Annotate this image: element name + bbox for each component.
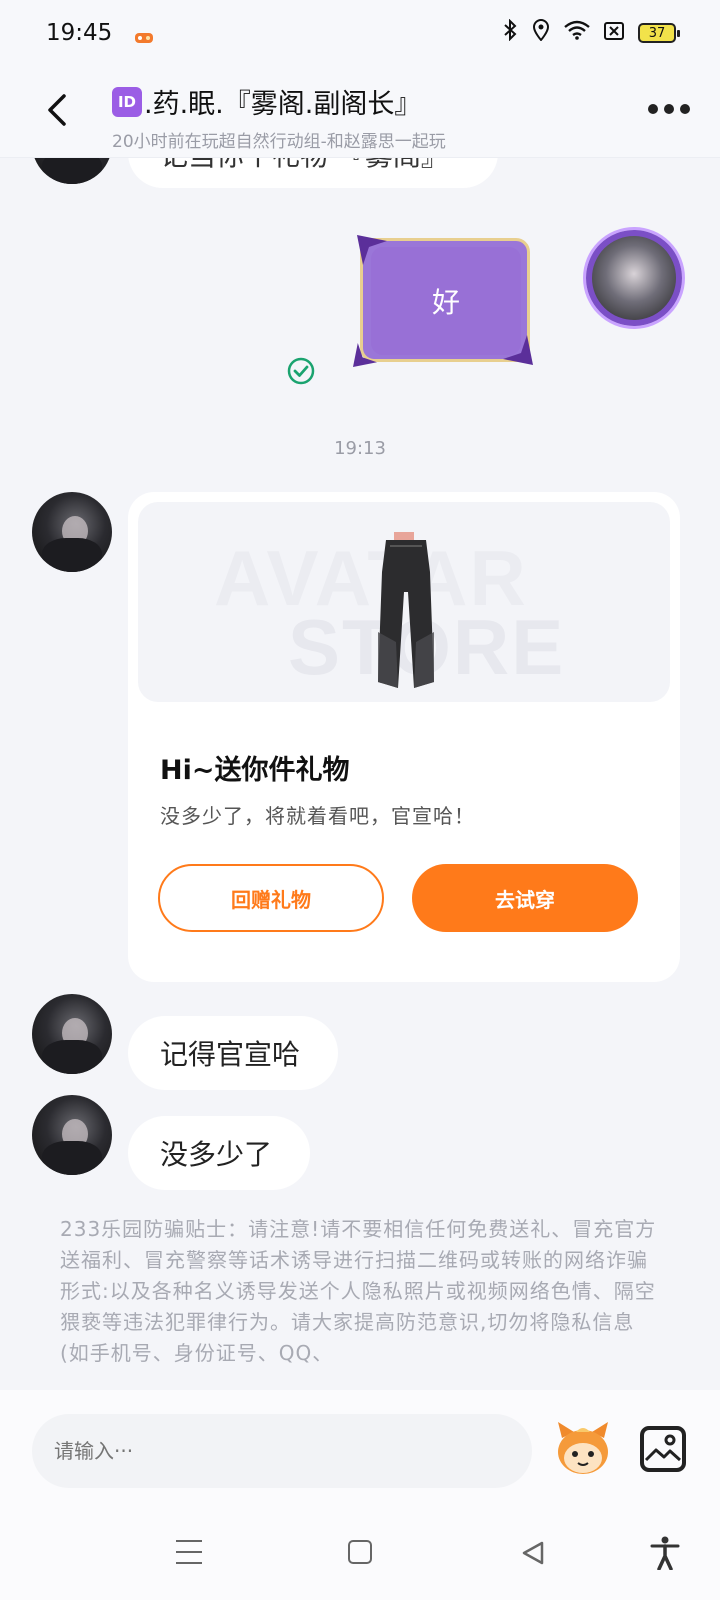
- home-button[interactable]: [348, 1540, 372, 1564]
- game-notification-icon: [134, 26, 154, 43]
- location-icon: [532, 19, 550, 47]
- mascot-emoji-icon: [558, 1422, 608, 1474]
- contact-status: 20小时前在玩超自然行动组-和赵露思一起玩: [112, 132, 446, 152]
- anti-fraud-tips: 233乐园防骗贴士：请注意!请不要相信任何免费送礼、冒充官方送福利、冒充警察等话…: [60, 1217, 657, 1365]
- triangle-back-icon: [522, 1541, 544, 1565]
- message-timestamp: 19:13: [334, 438, 386, 459]
- sim-icon: [604, 21, 624, 46]
- dot-icon: [648, 104, 658, 114]
- status-icons: 37: [502, 18, 680, 47]
- contact-name: ID .药.眠.『雾阁.副阁长』: [112, 82, 632, 121]
- status-time: 19:45: [46, 20, 113, 46]
- pants-icon: [374, 532, 438, 690]
- accessibility-icon: [650, 1536, 680, 1571]
- chat-messages[interactable]: 记当你个礼物 『雾阁』 好 19:13 AVATAR STORE: [0, 158, 720, 1390]
- gift-title: Hi~送你件礼物: [160, 755, 350, 786]
- menu-line: [176, 1551, 202, 1553]
- message-input[interactable]: [32, 1414, 532, 1488]
- back-button[interactable]: [38, 88, 78, 132]
- sticker-text: 好: [371, 247, 521, 355]
- return-gift-button[interactable]: 回赠礼物: [158, 864, 384, 932]
- bluetooth-icon: [502, 18, 518, 47]
- wifi-icon: [564, 20, 590, 46]
- status-bar: 19:45 37: [0, 0, 720, 66]
- system-nav-bar: [0, 1500, 720, 1600]
- image-picker-button[interactable]: [640, 1426, 686, 1472]
- more-options-button[interactable]: [648, 104, 690, 116]
- contact-avatar[interactable]: [32, 994, 112, 1074]
- contact-info[interactable]: ID .药.眠.『雾阁.副阁长』 20小时前在玩超自然行动组-和赵露思一起玩: [112, 82, 632, 152]
- battery-icon: 37: [638, 23, 680, 43]
- menu-line: [176, 1562, 202, 1564]
- message-bubble-partial: 记当你个礼物 『雾阁』: [128, 158, 498, 188]
- chat-header: ID .药.眠.『雾阁.副阁长』 20小时前在玩超自然行动组-和赵露思一起玩: [0, 66, 720, 158]
- recent-apps-button[interactable]: [176, 1540, 202, 1564]
- contact-avatar[interactable]: [32, 158, 112, 184]
- input-bar: [0, 1390, 720, 1500]
- gift-card[interactable]: AVATAR STORE Hi~送你件礼物 没多少了，将就着看吧，官宣哈！ 回赠…: [128, 492, 680, 982]
- nav-back-button[interactable]: [520, 1540, 546, 1566]
- gift-image: AVATAR STORE: [138, 502, 670, 702]
- accessibility-button[interactable]: [650, 1536, 680, 1571]
- contact-avatar[interactable]: [32, 492, 112, 572]
- chevron-left-icon: [48, 94, 66, 126]
- dot-icon: [680, 104, 690, 114]
- try-on-button[interactable]: 去试穿: [412, 864, 638, 932]
- contact-avatar[interactable]: [32, 1095, 112, 1175]
- message-bubble: 记得官宣哈: [128, 1016, 338, 1090]
- image-icon: [644, 1434, 682, 1462]
- contact-name-text: .药.眠.『雾阁.副阁长』: [144, 89, 422, 120]
- sticker-message[interactable]: 好: [360, 235, 530, 362]
- message-bubble: 没多少了: [128, 1116, 310, 1190]
- sent-check-icon: [286, 356, 316, 386]
- dot-icon: [664, 104, 674, 114]
- menu-line: [176, 1540, 202, 1542]
- gift-description: 没多少了，将就着看吧，官宣哈！: [160, 804, 475, 828]
- my-avatar[interactable]: [586, 230, 682, 326]
- emoji-button[interactable]: [554, 1420, 612, 1478]
- id-badge: ID: [112, 86, 142, 117]
